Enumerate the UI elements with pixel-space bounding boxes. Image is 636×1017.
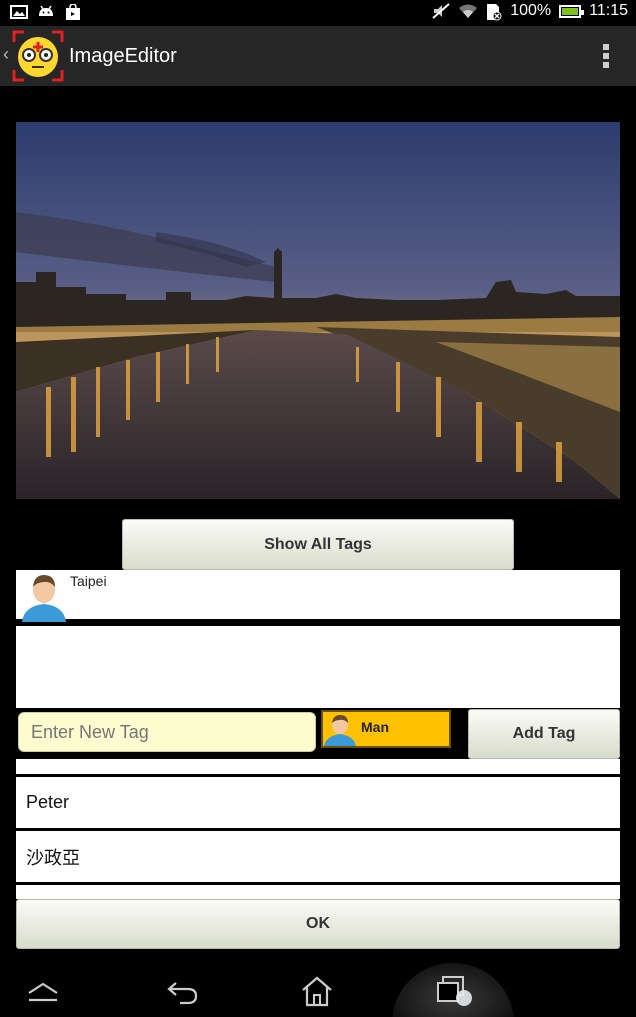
android-icon: [37, 4, 55, 20]
sd-card-icon: [484, 3, 502, 21]
battery-icon: [559, 4, 585, 18]
shopping-bag-icon: [64, 3, 82, 20]
show-all-tags-button[interactable]: Show All Tags: [122, 519, 514, 570]
clock: 11:15: [589, 2, 628, 19]
tag-type-label: Man: [361, 719, 389, 735]
battery-percent: 100%: [510, 2, 552, 19]
overflow-menu-icon[interactable]: [602, 44, 610, 68]
image-icon: [10, 4, 28, 20]
back-chevron-icon[interactable]: ‹: [3, 44, 9, 65]
city-river-night-icon: [16, 122, 620, 499]
person-avatar-icon: [20, 570, 68, 622]
mute-icon: [432, 3, 450, 19]
nav-menu-chevron-icon[interactable]: [23, 973, 63, 1009]
ok-button[interactable]: OK: [16, 899, 620, 949]
tag-list-empty-area: [16, 626, 620, 708]
tag-list-item[interactable]: Taipei: [16, 570, 620, 622]
app-title: ImageEditor: [69, 45, 177, 67]
action-bar: ‹ ImageEditor: [0, 26, 636, 86]
list-item[interactable]: [16, 759, 620, 774]
photo-preview[interactable]: [16, 122, 620, 499]
tag-name: Taipei: [70, 573, 107, 589]
list-item[interactable]: [16, 885, 620, 899]
new-tag-input[interactable]: [18, 712, 316, 752]
person-avatar-icon: [323, 712, 357, 746]
add-tag-button[interactable]: Add Tag: [468, 709, 620, 759]
status-bar: 100% 11:15: [0, 0, 636, 26]
wifi-icon: [458, 3, 478, 19]
list-item-label: 沙政亞: [26, 847, 80, 868]
recent-apps-icon[interactable]: [434, 973, 474, 1009]
list-item[interactable]: Peter: [16, 777, 620, 828]
list-item[interactable]: 沙政亞: [16, 831, 620, 882]
home-icon[interactable]: [297, 973, 337, 1009]
tag-type-selector[interactable]: Man: [321, 710, 451, 748]
app-face-icon[interactable]: [12, 30, 64, 82]
list-item-label: Peter: [26, 792, 70, 812]
back-icon[interactable]: [163, 973, 203, 1009]
